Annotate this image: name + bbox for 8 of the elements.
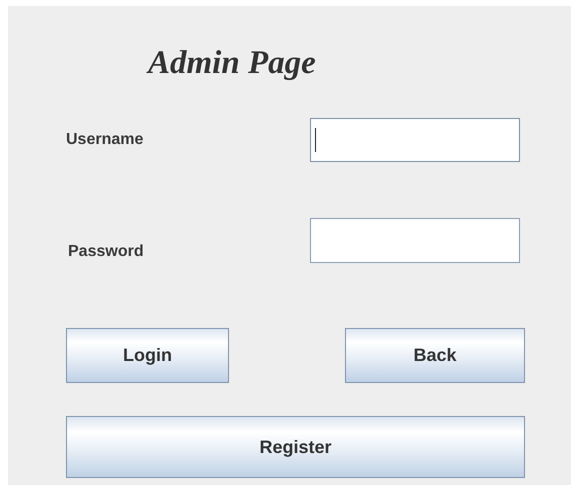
input-field[interactable] <box>310 118 520 162</box>
login-button[interactable]: Login <box>66 328 229 383</box>
page-title: Admin Page <box>148 44 316 83</box>
field-label: Password <box>68 243 145 261</box>
field-label: Username <box>66 131 144 149</box>
back-button[interactable]: Back <box>345 328 525 383</box>
register-button[interactable]: Register <box>66 416 525 478</box>
input-field[interactable] <box>310 218 520 263</box>
